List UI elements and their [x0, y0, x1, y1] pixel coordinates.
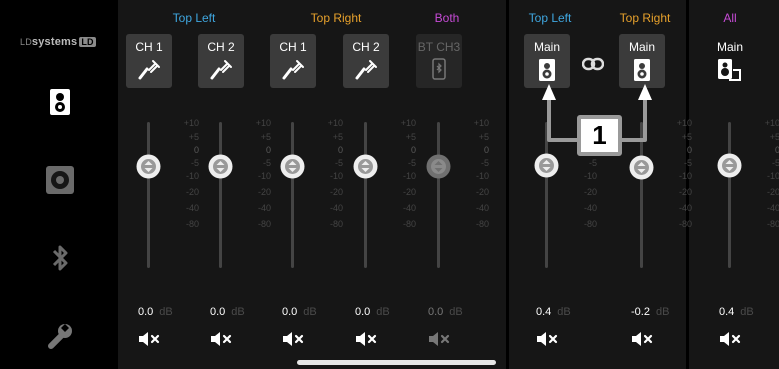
home-indicator[interactable] [297, 360, 496, 365]
annotation-arrows [542, 84, 652, 142]
mixer-screen: LDsystems LD Top Left Top Right Both Top… [0, 0, 779, 369]
callout-number: 1 [577, 115, 622, 156]
